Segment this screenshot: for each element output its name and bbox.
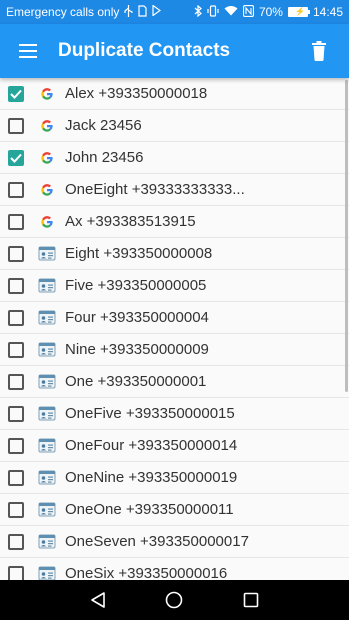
menu-button[interactable] (0, 24, 56, 78)
contact-row[interactable]: Ax +393383513915 (0, 206, 349, 238)
contact-label: Five +393350000005 (65, 277, 207, 294)
clock: 14:45 (312, 5, 343, 19)
contact-card-icon (37, 372, 57, 392)
contact-label: OneFive +393350000015 (65, 405, 235, 422)
scrollbar[interactable] (345, 80, 348, 392)
contact-label: OneOne +393350000011 (65, 501, 234, 518)
contact-label: OneSix +393350000016 (65, 565, 228, 580)
contact-checkbox[interactable] (8, 149, 24, 166)
contact-label: OneEight +39333333333... (65, 181, 245, 198)
contact-row[interactable]: Four +393350000004 (0, 302, 349, 334)
home-button[interactable] (159, 585, 189, 615)
status-right: 70% ⚡ 14:45 (194, 4, 343, 20)
contact-row[interactable]: Five +393350000005 (0, 270, 349, 302)
contact-row[interactable]: Alex +393350000018 (0, 78, 349, 110)
contact-checkbox[interactable] (8, 245, 24, 262)
contact-label: OneSeven +393350000017 (65, 533, 249, 550)
contact-checkbox[interactable] (8, 533, 24, 550)
status-text: Emergency calls only (6, 5, 120, 19)
contact-card-icon (37, 468, 57, 488)
contact-checkbox[interactable] (8, 85, 24, 102)
contact-checkbox[interactable] (8, 405, 24, 422)
contact-checkbox[interactable] (8, 309, 24, 326)
contact-card-icon (37, 500, 57, 520)
contact-row[interactable]: Nine +393350000009 (0, 334, 349, 366)
contact-row[interactable]: One +393350000001 (0, 366, 349, 398)
contact-row[interactable]: OneFour +393350000014 (0, 430, 349, 462)
back-triangle-icon (91, 592, 105, 608)
contact-checkbox[interactable] (8, 181, 24, 198)
contact-label: Alex +393350000018 (65, 85, 208, 102)
contact-label: Nine +393350000009 (65, 341, 209, 358)
battery-percent: 70% (258, 5, 283, 19)
contact-card-icon (37, 404, 57, 424)
google-icon (37, 84, 57, 104)
sim-icon (138, 4, 147, 20)
contact-row[interactable]: OneOne +393350000011 (0, 494, 349, 526)
play-store-icon (152, 4, 162, 19)
vibrate-icon (207, 4, 219, 20)
back-button[interactable] (83, 585, 113, 615)
contact-label: Four +393350000004 (65, 309, 209, 326)
contact-row[interactable]: OneFive +393350000015 (0, 398, 349, 430)
nfc-icon (242, 4, 255, 20)
contact-label: One +393350000001 (65, 373, 207, 390)
contact-label: OneNine +393350000019 (65, 469, 238, 486)
google-icon (37, 148, 57, 168)
bluetooth-icon (194, 4, 202, 20)
contact-list[interactable]: Alex +393350000018 Jack 23456 John 23456 On… (0, 78, 349, 580)
contact-label: Eight +393350000008 (65, 245, 213, 262)
contact-checkbox[interactable] (8, 213, 24, 230)
google-icon (37, 116, 57, 136)
contact-checkbox[interactable] (8, 501, 24, 518)
wifi-icon (224, 5, 238, 19)
contact-card-icon (37, 532, 57, 552)
contact-row[interactable]: OneEight +39333333333... (0, 174, 349, 206)
hamburger-menu-icon (19, 44, 37, 58)
status-bar: Emergency calls only 70% ⚡ 14:45 (0, 0, 349, 24)
contact-checkbox[interactable] (8, 373, 24, 390)
home-circle-icon (166, 591, 183, 609)
recents-square-icon (243, 592, 259, 608)
contact-label: Ax +393383513915 (65, 213, 196, 230)
contact-row[interactable]: OneNine +393350000019 (0, 462, 349, 494)
contact-card-icon (37, 436, 57, 456)
contact-checkbox[interactable] (8, 117, 24, 134)
google-icon (37, 212, 57, 232)
contact-card-icon (37, 276, 57, 296)
contact-label: Jack 23456 (65, 117, 142, 134)
contact-card-icon (37, 340, 57, 360)
contact-row[interactable]: Eight +393350000008 (0, 238, 349, 270)
contact-row[interactable]: OneSeven +393350000017 (0, 526, 349, 558)
status-left: Emergency calls only (6, 4, 162, 20)
usb-icon (124, 4, 133, 20)
app-bar: Duplicate Contacts (0, 24, 349, 78)
contact-card-icon (37, 564, 57, 580)
trash-icon (312, 41, 326, 61)
contact-label: John 23456 (65, 149, 144, 166)
contact-checkbox[interactable] (8, 341, 24, 358)
delete-button[interactable] (289, 24, 349, 78)
battery-icon: ⚡ (287, 7, 310, 17)
navigation-bar (0, 580, 349, 620)
contact-row[interactable]: John 23456 (0, 142, 349, 174)
contact-checkbox[interactable] (8, 437, 24, 454)
recents-button[interactable] (236, 585, 266, 615)
contact-row[interactable]: Jack 23456 (0, 110, 349, 142)
contact-label: OneFour +393350000014 (65, 437, 238, 454)
contact-checkbox[interactable] (8, 565, 24, 580)
contact-card-icon (37, 244, 57, 264)
contact-checkbox[interactable] (8, 469, 24, 486)
contact-row[interactable]: OneSix +393350000016 (0, 558, 349, 580)
contact-card-icon (37, 308, 57, 328)
google-icon (37, 180, 57, 200)
contact-checkbox[interactable] (8, 277, 24, 294)
page-title: Duplicate Contacts (58, 40, 231, 61)
